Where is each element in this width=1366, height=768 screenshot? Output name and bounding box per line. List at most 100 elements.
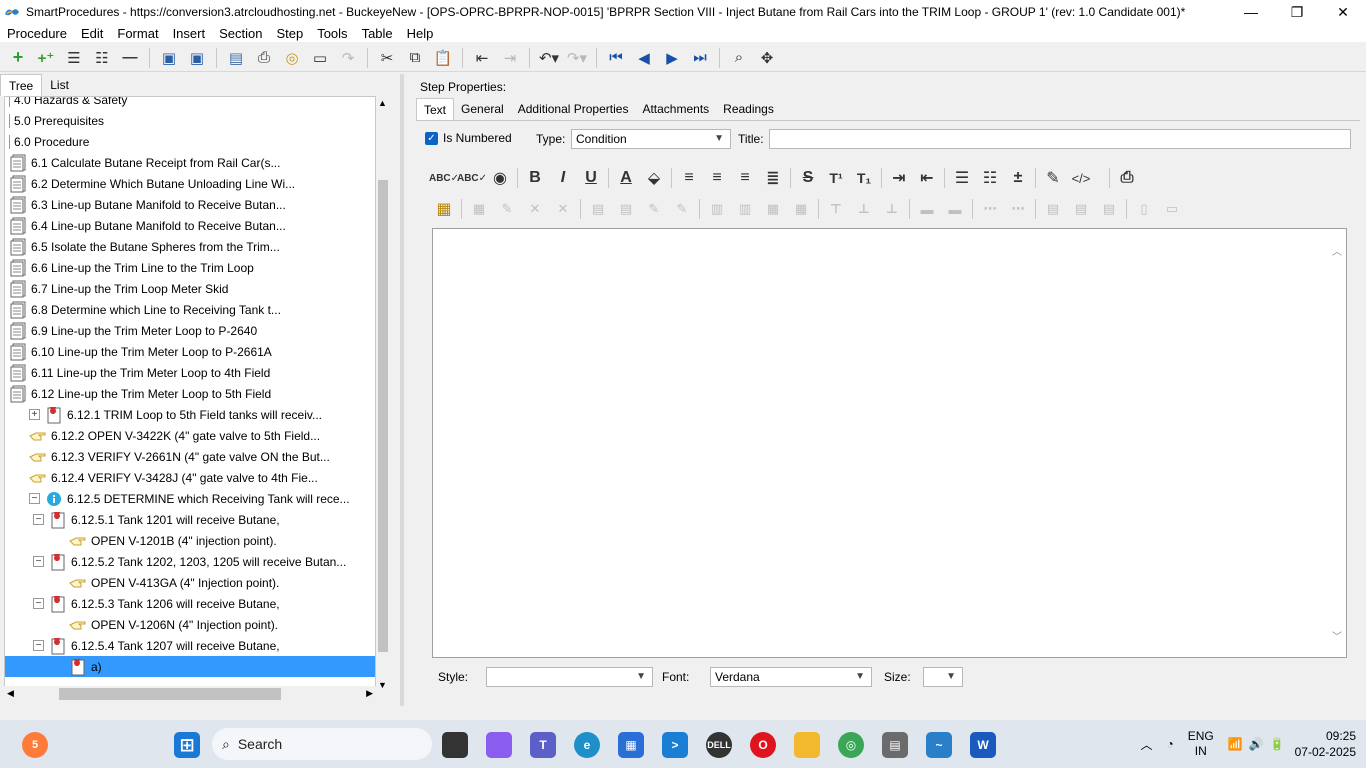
editor-scroll-down-icon[interactable]: ﹀: [1332, 628, 1342, 643]
highlight-icon[interactable]: ⬙: [640, 165, 668, 191]
windows-start-icon[interactable]: ⊞: [174, 732, 200, 758]
spellcheck-globe-icon[interactable]: ◉: [486, 165, 514, 191]
battery-icon[interactable]: 🔋: [1270, 737, 1285, 751]
tree-item[interactable]: +6.12.1 TRIM Loop to 5th Field tanks wil…: [29, 404, 322, 425]
remote-app-icon[interactable]: ▤: [882, 732, 908, 758]
previous-icon[interactable]: ◀: [630, 45, 658, 71]
tree-item[interactable]: a): [5, 656, 375, 677]
tree-item[interactable]: 6.8 Determine which Line to Receiving Ta…: [9, 299, 281, 320]
scroll-thumb[interactable]: [378, 180, 388, 652]
file-explorer-app-icon[interactable]: [442, 732, 468, 758]
volume-icon[interactable]: 🔊: [1249, 737, 1264, 751]
font-color-icon[interactable]: A: [612, 165, 640, 191]
opera-app-icon[interactable]: O: [750, 732, 776, 758]
superscript-button[interactable]: T¹: [822, 165, 850, 191]
chevron-up-icon[interactable]: ︿: [1140, 736, 1152, 753]
tree-item[interactable]: 6.11 Line-up the Trim Meter Loop to 4th …: [9, 362, 270, 383]
tree-item[interactable]: 6.2 Determine Which Butane Unloading Lin…: [9, 173, 295, 194]
word-app-icon[interactable]: W: [970, 732, 996, 758]
dell-app-icon[interactable]: DELL: [706, 732, 732, 758]
add-substep-icon[interactable]: +⁺: [32, 45, 60, 71]
align-right-icon[interactable]: ≡: [731, 165, 759, 191]
tree-item[interactable]: 6.12.2 OPEN V-3422K (4" gate valve to 5t…: [29, 425, 320, 446]
scroll-down-icon[interactable]: ▼: [378, 680, 387, 690]
tree-item[interactable]: 6.12.4 VERIFY V-3428J (4" gate valve to …: [29, 467, 318, 488]
save-copy-icon[interactable]: ▣: [155, 45, 183, 71]
tree-item[interactable]: − 6.12.5.3 Tank 1206 will receive Butane,: [33, 593, 280, 614]
align-center-icon[interactable]: ≡: [703, 165, 731, 191]
align-justify-icon[interactable]: ≣: [759, 165, 787, 191]
indent-decrease-icon[interactable]: ⇤: [913, 165, 941, 191]
network-app-icon[interactable]: ◔: [1166, 737, 1173, 751]
menu-insert[interactable]: Insert: [166, 26, 213, 41]
insert-line-icon[interactable]: ±: [1004, 165, 1032, 191]
language-indicator[interactable]: ENG IN: [1188, 729, 1214, 759]
type-select[interactable]: Condition ▼: [571, 129, 731, 149]
tree-item[interactable]: 6.1 Calculate Butane Receipt from Rail C…: [9, 152, 280, 173]
menu-help[interactable]: Help: [400, 26, 441, 41]
spellcheck-auto-icon[interactable]: ABC✓: [457, 165, 487, 191]
editor-scroll-up-icon[interactable]: ︿: [1332, 243, 1342, 258]
folder-app-icon[interactable]: [794, 732, 820, 758]
scroll-up-icon[interactable]: ▲: [378, 98, 387, 108]
tab-general[interactable]: General: [454, 98, 511, 121]
tree-item[interactable]: 6.7 Line-up the Trim Loop Meter Skid: [9, 278, 228, 299]
tree-item[interactable]: 6.9 Line-up the Trim Meter Loop to P-264…: [9, 320, 257, 341]
find-icon[interactable]: ⌕: [725, 45, 753, 71]
numbered-list-icon[interactable]: ☷: [976, 165, 1004, 191]
tree-item[interactable]: − 6.12.5.1 Tank 1201 will receive Butane,: [33, 509, 280, 530]
tree-item[interactable]: 4.0 Hazards & Safety: [9, 97, 127, 110]
collapse-icon[interactable]: −: [33, 514, 44, 525]
bold-button[interactable]: B: [521, 165, 549, 191]
tree-item[interactable]: 6.4 Line-up Butane Manifold to Receive B…: [9, 215, 286, 236]
tree-item[interactable]: 6.5 Isolate the Butane Spheres from the …: [9, 236, 280, 257]
tree-item[interactable]: 5.0 Prerequisites: [9, 110, 104, 131]
next-icon[interactable]: ▶: [658, 45, 686, 71]
tree-item[interactable]: − 6.12.5.2 Tank 1202, 1203, 1205 will rec…: [33, 551, 346, 572]
menu-section[interactable]: Section: [212, 26, 269, 41]
html-source-button[interactable]: </>: [1067, 165, 1095, 191]
copy-icon[interactable]: ⧉: [401, 45, 429, 71]
store-app-icon[interactable]: ▦: [618, 732, 644, 758]
scroll-left-icon[interactable]: ◀: [7, 688, 14, 699]
bullet-list-icon[interactable]: ☰: [948, 165, 976, 191]
align-left-icon[interactable]: ≡: [675, 165, 703, 191]
first-icon[interactable]: ⏮: [602, 45, 630, 71]
tab-readings[interactable]: Readings: [716, 98, 781, 121]
tree-item[interactable]: − 6.12.5 DETERMINE which Receiving Tank w…: [29, 488, 350, 509]
menu-procedure[interactable]: Procedure: [0, 26, 74, 41]
tree-item[interactable]: − 6.12.5.4 Tank 1207 will receive Butane,: [33, 635, 280, 656]
last-icon[interactable]: ⏭: [686, 45, 714, 71]
tree-item[interactable]: 6.12.3 VERIFY V-2661N (4" gate valve ON …: [29, 446, 330, 467]
list-alt-icon[interactable]: ☷: [88, 45, 116, 71]
wifi-icon[interactable]: 📶: [1228, 737, 1243, 751]
menu-format[interactable]: Format: [110, 26, 165, 41]
is-numbered-checkbox[interactable]: ✓ Is Numbered: [425, 131, 512, 145]
chrome-app-icon[interactable]: ◎: [838, 732, 864, 758]
undo-icon[interactable]: ↶▾: [535, 45, 563, 71]
collapse-icon[interactable]: −: [33, 598, 44, 609]
font-select[interactable]: Verdana ▼: [710, 667, 872, 687]
window-icon[interactable]: ▭: [306, 45, 334, 71]
scroll-right-icon[interactable]: ▶: [366, 688, 373, 699]
panel-splitter[interactable]: [400, 74, 404, 706]
print-preview-icon[interactable]: ⎙: [1113, 165, 1141, 191]
size-select[interactable]: ▼: [923, 667, 963, 687]
underline-button[interactable]: U: [577, 165, 605, 191]
smartprocedures-app-icon[interactable]: ~: [926, 732, 952, 758]
minimize-button[interactable]: —: [1228, 0, 1274, 24]
procedure-tree[interactable]: 4.0 Hazards & Safety 5.0 Prerequisites 6.0…: [4, 96, 376, 692]
delete-step-icon[interactable]: —: [116, 45, 144, 71]
menu-step[interactable]: Step: [269, 26, 310, 41]
tree-item[interactable]: OPEN V-1201B (4" injection point).: [69, 530, 277, 551]
cut-icon[interactable]: ✂: [373, 45, 401, 71]
tree-item[interactable]: OPEN V-413GA (4" Injection point).: [69, 572, 279, 593]
strikethrough-button[interactable]: S: [794, 165, 822, 191]
insert-table-icon[interactable]: ▦: [430, 196, 458, 222]
collapse-icon[interactable]: −: [33, 640, 44, 651]
add-step-icon[interactable]: +: [4, 45, 32, 71]
spellcheck-icon[interactable]: ABC✓: [429, 165, 459, 191]
save-icon[interactable]: ▣: [183, 45, 211, 71]
subscript-button[interactable]: T₁: [850, 165, 878, 191]
menu-tools[interactable]: Tools: [310, 26, 354, 41]
